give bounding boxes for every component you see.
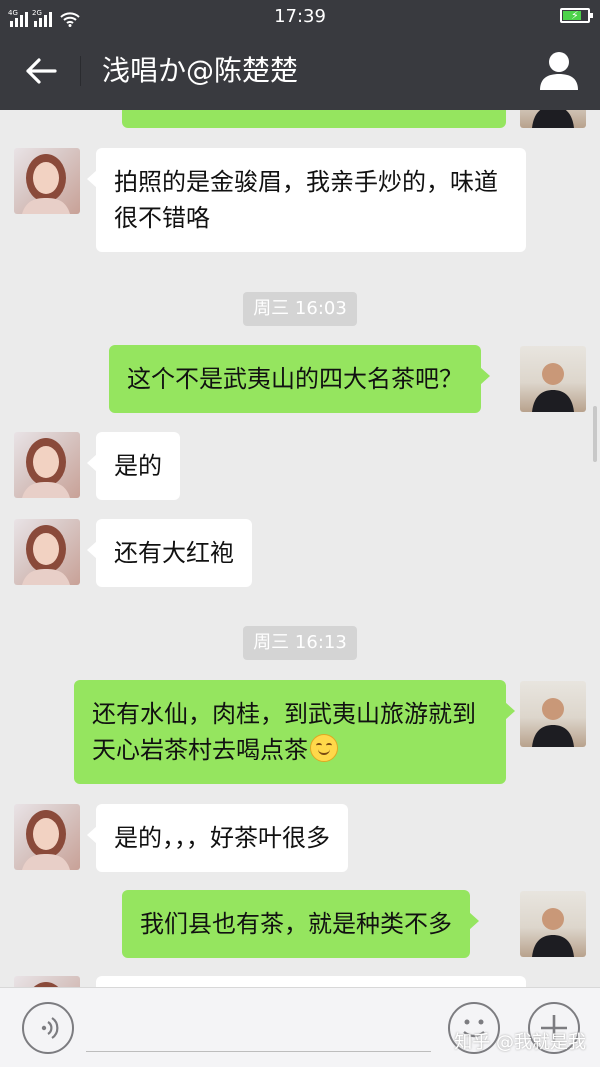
- chat-title: 浅唱か@陈楚楚: [102, 54, 299, 87]
- message-bubble-outgoing[interactable]: 还有水仙，肉桂，到武夷山旅游就到天心岩茶村去喝点茶: [74, 680, 515, 784]
- avatar-contact[interactable]: [14, 804, 80, 870]
- message-bubble-incoming[interactable]: 是的，，，好茶叶很多: [87, 804, 348, 872]
- chat-info-button[interactable]: [538, 48, 580, 92]
- status-bar: 4G 2G 17:39 ⚡: [0, 0, 600, 32]
- message-bubble-incoming[interactable]: 是的: [87, 432, 180, 500]
- clock: 17:39: [274, 6, 326, 27]
- person-icon: [540, 52, 578, 90]
- avatar-contact[interactable]: [14, 148, 80, 214]
- message-bubble-incoming[interactable]: 还有大红袍: [87, 519, 252, 587]
- timestamp: 周三 16:13: [0, 626, 600, 660]
- avatar-contact[interactable]: [14, 432, 80, 498]
- avatar-self[interactable]: [520, 891, 586, 957]
- message-bubble-incoming[interactable]: 拍照的是金骏眉，我亲手炒的，味道很不错咯: [87, 148, 526, 252]
- avatar-contact[interactable]: [14, 976, 80, 987]
- message-bubble-outgoing[interactable]: 我们县也有茶，就是种类不多: [122, 890, 479, 958]
- chat-header: 浅唱か@陈楚楚: [0, 32, 600, 110]
- back-button[interactable]: [20, 50, 62, 92]
- charging-icon: ⚡: [571, 9, 579, 22]
- avatar-self[interactable]: [520, 110, 586, 128]
- avatar-self[interactable]: [520, 346, 586, 412]
- header-divider: [80, 56, 81, 86]
- message-list[interactable]: 拍照的是金骏眉，我亲手炒的，味道很不错咯 周三 16:03 这个不是武夷山的四大…: [0, 110, 600, 987]
- avatar-self[interactable]: [520, 681, 586, 747]
- voice-button[interactable]: [22, 1002, 74, 1054]
- watermark: 知乎 @我就是我: [454, 1032, 586, 1053]
- message-input[interactable]: [86, 1006, 431, 1052]
- message-bubble-partial[interactable]: [96, 976, 526, 987]
- back-arrow-icon: [26, 58, 57, 84]
- smile-emoji-icon: [310, 734, 338, 762]
- voice-icon: [41, 1017, 59, 1039]
- message-bubble-partial[interactable]: [122, 110, 506, 128]
- input-bar: 知乎 @我就是我: [0, 987, 600, 1067]
- avatar-contact[interactable]: [14, 519, 80, 585]
- scrollbar[interactable]: [593, 406, 597, 462]
- message-bubble-outgoing[interactable]: 这个不是武夷山的四大名茶吧？: [109, 345, 490, 413]
- battery-icon: ⚡: [560, 8, 593, 23]
- timestamp: 周三 16:03: [0, 292, 600, 326]
